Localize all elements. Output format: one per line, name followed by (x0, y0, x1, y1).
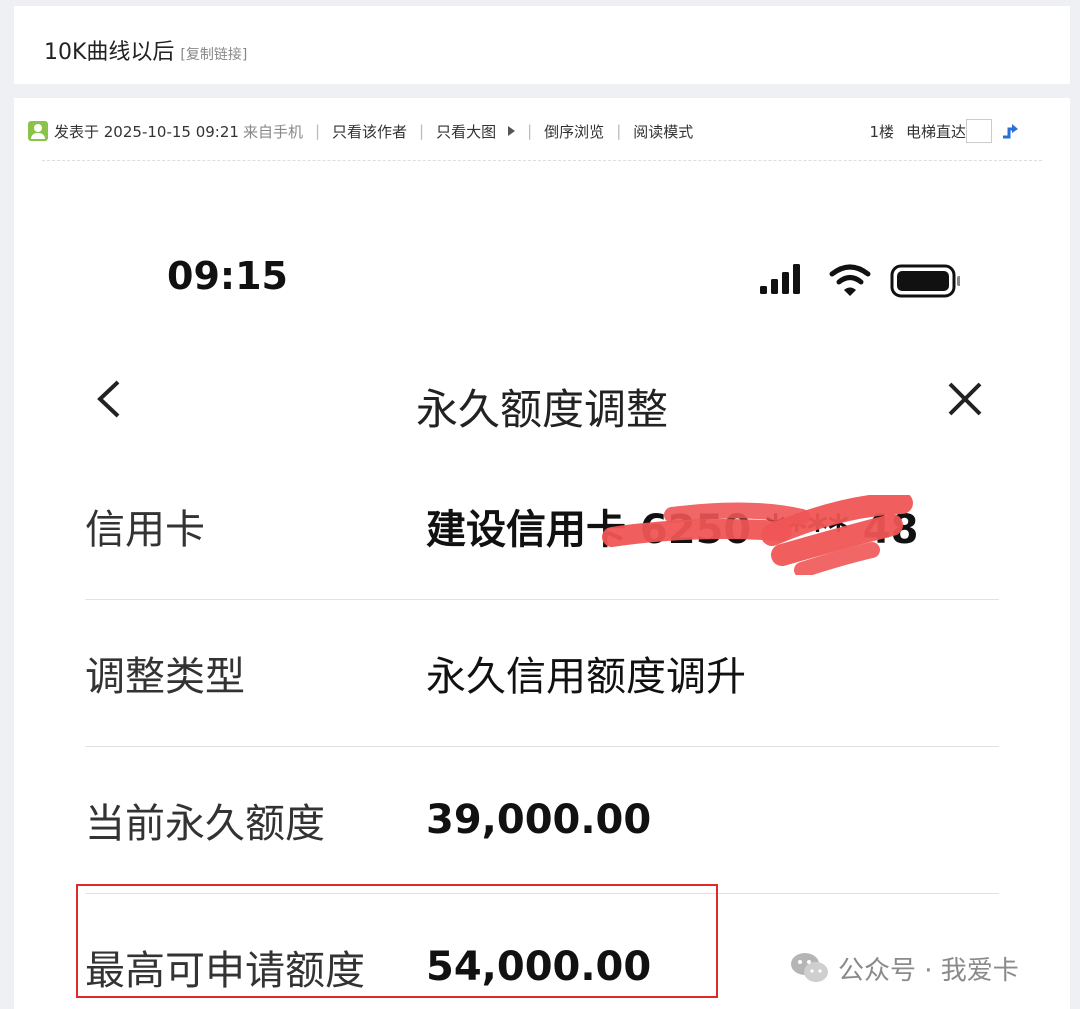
info-row-current-limit: 当前永久额度 39,000.00 (85, 747, 999, 894)
row-label: 调整类型 (85, 654, 245, 700)
post-source: 来自手机 (242, 122, 303, 141)
battery-icon (890, 264, 960, 298)
row-value: 永久信用额度调升 (426, 654, 746, 700)
thread-title: 10K曲线以后 [复制链接] (44, 34, 247, 66)
row-value: 39,000.00 (426, 797, 652, 843)
elevator-label: 电梯直达 (905, 122, 966, 141)
close-icon[interactable] (946, 380, 984, 418)
separator: | (527, 122, 533, 140)
page-title: 永久额度调整 (415, 385, 668, 434)
separator: | (314, 122, 321, 140)
author-only-link[interactable]: 只看该作者 (332, 121, 407, 142)
status-time: 09:15 (167, 254, 288, 298)
info-row-type: 调整类型 永久信用额度调升 (85, 600, 999, 747)
row-label: 当前永久额度 (85, 801, 325, 847)
wifi-icon (829, 264, 871, 296)
read-mode-link[interactable]: 阅读模式 (633, 121, 693, 142)
row-label: 信用卡 (85, 507, 205, 553)
goto-floor-icon[interactable] (1000, 121, 1020, 141)
floor-input[interactable] (966, 119, 992, 143)
meta-divider (42, 160, 1042, 161)
user-icon (28, 121, 48, 141)
copy-link[interactable]: [复制链接] (180, 47, 247, 63)
floor-number: 1楼 (869, 122, 894, 141)
watermark: 公众号 · 我爱卡 (790, 948, 1019, 988)
floor-nav: 1楼 电梯直达 (869, 118, 1020, 144)
reverse-order-link[interactable]: 倒序浏览 (544, 121, 604, 142)
highlight-frame (76, 884, 718, 998)
wechat-icon (791, 953, 828, 982)
redaction-scribble (602, 495, 913, 575)
thread-title-text: 10K曲线以后 (44, 40, 175, 65)
separator: | (616, 122, 622, 140)
thread-header: 10K曲线以后 [复制链接] (14, 6, 1070, 84)
signal-icon (760, 264, 800, 294)
play-triangle-icon[interactable] (508, 126, 516, 136)
large-image-link[interactable]: 只看大图 (436, 121, 496, 142)
status-bar-icons (760, 264, 960, 298)
post-time: 发表于 2025-10-15 09:21 (54, 122, 239, 141)
separator: | (419, 122, 425, 140)
watermark-text: 公众号 · 我爱卡 (838, 955, 1019, 986)
